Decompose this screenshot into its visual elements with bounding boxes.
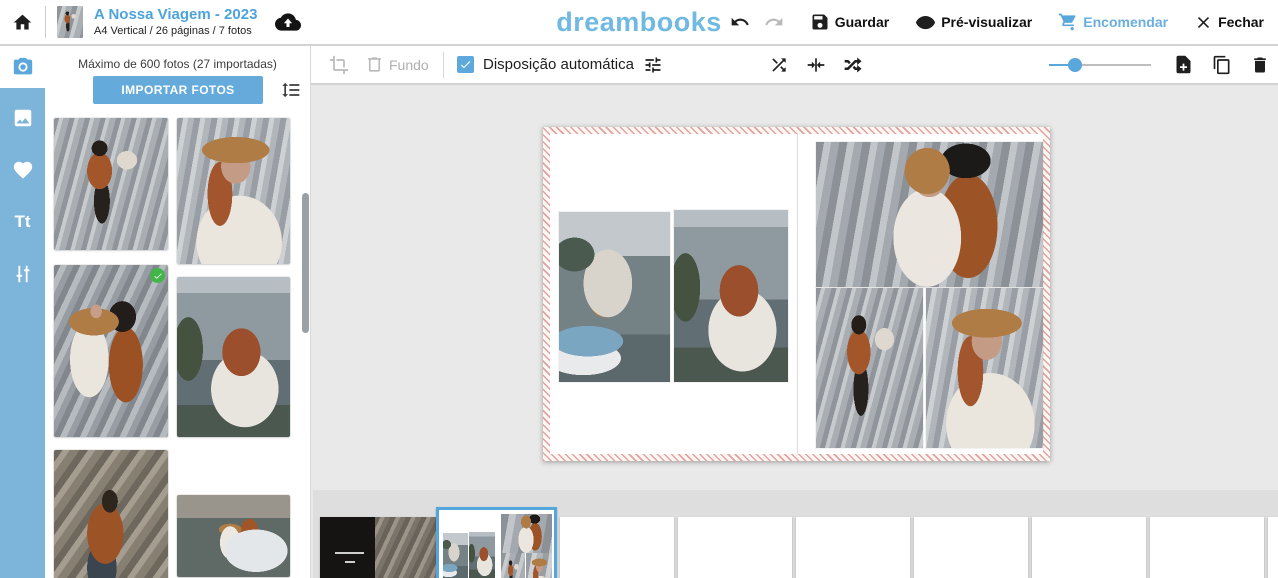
filmstrip-page-current[interactable] <box>436 507 557 578</box>
filmstrip-page-empty[interactable] <box>796 517 910 578</box>
crop-icon <box>329 55 349 75</box>
cover-photo <box>375 517 439 578</box>
top-bar: A Nossa Viagem - 2023 A4 Vertical / 26 p… <box>0 0 1278 46</box>
photo-thumbnail[interactable] <box>177 495 290 577</box>
sidebar-tab-photos[interactable] <box>0 46 45 88</box>
toolbar-divider <box>443 52 444 78</box>
spread-photo[interactable] <box>816 288 923 448</box>
divider <box>45 6 46 38</box>
close-icon <box>1194 13 1213 32</box>
save-icon <box>810 12 830 32</box>
photo-panel: Máximo de 600 fotos (27 importadas) IMPO… <box>45 46 311 578</box>
close-button[interactable]: Fechar <box>1194 13 1264 32</box>
filmstrip-page-empty[interactable] <box>560 517 674 578</box>
cover-title-line <box>335 552 364 554</box>
zoom-slider[interactable] <box>1049 58 1151 72</box>
mini-photo <box>501 514 553 553</box>
book-spread[interactable] <box>543 127 1050 461</box>
trash-outline-icon <box>365 55 384 74</box>
mini-photo <box>526 553 553 578</box>
sidebar-tab-favorites[interactable] <box>0 156 45 184</box>
topbar-actions: Guardar Pré-visualizar Encomendar Fechar <box>730 12 1264 33</box>
save-label: Guardar <box>835 14 889 30</box>
photo-thumbnail[interactable] <box>54 118 168 250</box>
mini-photo <box>469 532 495 578</box>
close-label: Fechar <box>1218 14 1264 30</box>
spread-photo[interactable] <box>674 210 788 382</box>
cart-icon <box>1058 12 1078 32</box>
eye-icon <box>915 12 936 33</box>
undo-icon[interactable] <box>730 12 750 32</box>
spread-photo[interactable] <box>816 142 1043 287</box>
zoom-slider-thumb[interactable] <box>1068 58 1082 72</box>
cloud-sync-icon <box>275 9 301 35</box>
image-icon <box>12 107 34 129</box>
cover-subtitle-line <box>345 561 355 563</box>
filmstrip-page-empty[interactable] <box>1150 517 1264 578</box>
order-button[interactable]: Encomendar <box>1058 12 1168 32</box>
filmstrip-page-empty[interactable] <box>914 517 1028 578</box>
spread-photo[interactable] <box>559 212 670 382</box>
auto-layout-label: Disposição automática <box>483 56 634 73</box>
book-cover-thumb <box>57 6 83 38</box>
sidebar-tab-group: Tt <box>0 88 45 578</box>
photo-limit-text: Máximo de 600 fotos (27 importadas) <box>45 57 310 71</box>
tune-icon[interactable] <box>643 55 663 75</box>
panel-scrollbar[interactable] <box>302 193 309 333</box>
editor-canvas: Fundo Disposição automática <box>311 46 1278 578</box>
photo-thumbnail[interactable] <box>177 277 290 437</box>
shuffle-photos-icon[interactable] <box>769 55 789 75</box>
collapse-horizontal-icon[interactable] <box>806 55 826 75</box>
delete-page-icon[interactable] <box>1250 55 1270 75</box>
import-photos-button[interactable]: IMPORTAR FOTOS <box>93 76 263 104</box>
redo-icon <box>764 12 784 32</box>
order-label: Encomendar <box>1083 14 1168 30</box>
project-info: A Nossa Viagem - 2023 A4 Vertical / 26 p… <box>94 6 257 39</box>
preview-label: Pré-visualizar <box>941 14 1032 30</box>
dreambooks-logo: dreambooks <box>556 7 722 38</box>
sidebar-tabbar: Tt <box>0 46 45 578</box>
tune-vertical-icon <box>12 263 34 285</box>
editor-toolbar: Fundo Disposição automática <box>311 46 1278 85</box>
photo-thumbnail[interactable] <box>177 118 290 264</box>
duplicate-page-icon[interactable] <box>1212 55 1232 75</box>
page-fold-line <box>797 134 798 454</box>
mini-photo <box>443 533 468 578</box>
photo-used-badge <box>150 268 165 283</box>
sort-order-icon[interactable] <box>281 80 301 100</box>
auto-layout-checkbox[interactable] <box>457 56 474 73</box>
project-subtitle: A4 Vertical / 26 páginas / 7 fotos <box>94 25 257 39</box>
shuffle-layout-icon[interactable] <box>843 55 863 75</box>
filmstrip-page-empty[interactable] <box>1268 517 1278 578</box>
sidebar-tab-settings[interactable] <box>0 260 45 288</box>
project-title: A Nossa Viagem - 2023 <box>94 6 257 25</box>
preview-button[interactable]: Pré-visualizar <box>915 12 1032 33</box>
save-button[interactable]: Guardar <box>810 12 889 32</box>
delete-background-button: Fundo <box>365 46 429 83</box>
filmstrip-page-empty[interactable] <box>1032 517 1146 578</box>
photo-thumbnail[interactable] <box>54 265 168 437</box>
add-page-icon[interactable] <box>1173 54 1194 75</box>
text-icon: Tt <box>14 212 30 232</box>
spread-photo[interactable] <box>926 288 1043 448</box>
page-filmstrip <box>313 490 1278 578</box>
home-icon[interactable] <box>12 12 33 33</box>
sidebar-tab-layouts[interactable] <box>0 104 45 132</box>
filmstrip-page-empty[interactable] <box>678 517 792 578</box>
photo-thumbnail[interactable] <box>54 450 168 578</box>
camera-icon <box>12 56 34 78</box>
sidebar-tab-text[interactable]: Tt <box>0 208 45 236</box>
filmstrip-page-cover[interactable] <box>320 517 439 578</box>
background-label: Fundo <box>389 57 429 73</box>
heart-icon <box>12 159 34 181</box>
mini-photo <box>501 553 525 578</box>
